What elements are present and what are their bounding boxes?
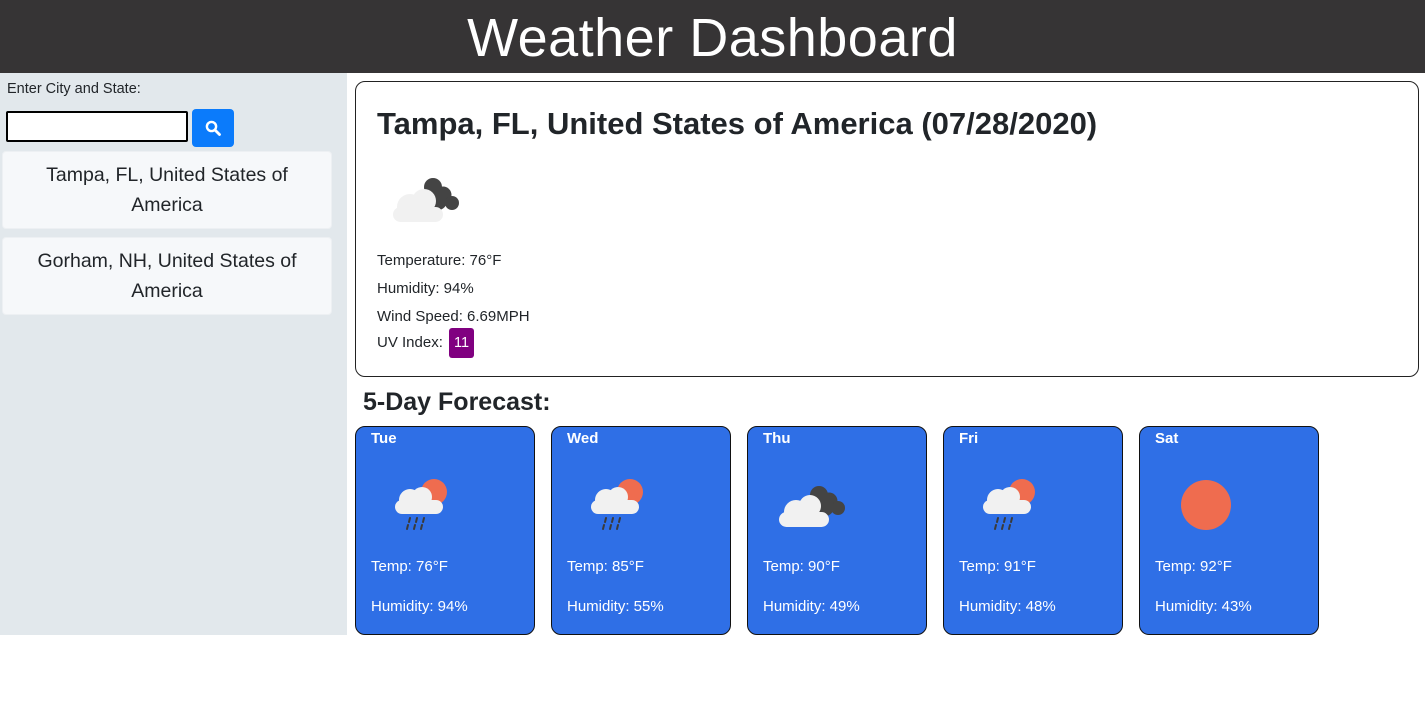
- cloudy-icon: [779, 486, 845, 527]
- sun-icon: [1181, 480, 1231, 530]
- forecast-temp: Temp: 91°F: [959, 558, 1036, 575]
- forecast-humidity: Humidity: 55%: [567, 598, 664, 615]
- search-icon: [205, 120, 221, 136]
- current-temperature: Temperature: 76°F: [377, 252, 502, 269]
- search-button[interactable]: [192, 109, 234, 147]
- forecast-day: Thu: [763, 430, 791, 447]
- forecast-card: Tue Temp: 76°F Humidity: 94%: [355, 426, 535, 635]
- current-weather-card: Tampa, FL, United States of America (07/…: [355, 81, 1419, 377]
- forecast-humidity: Humidity: 49%: [763, 598, 860, 615]
- history-city-button[interactable]: Gorham, NH, United States of America: [2, 237, 332, 315]
- forecast-day: Fri: [959, 430, 979, 447]
- forecast-day: Wed: [567, 430, 599, 447]
- uv-index-badge: 11: [449, 328, 475, 358]
- forecast-temp: Temp: 76°F: [371, 558, 448, 575]
- uv-label: UV Index:: [377, 333, 443, 351]
- forecast-temp: Temp: 90°F: [763, 558, 840, 575]
- forecast-humidity: Humidity: 43%: [1155, 598, 1252, 615]
- forecast-card: Thu Temp: 90°F Humidity: 49%: [747, 426, 927, 635]
- page-title: Weather Dashboard: [467, 7, 958, 68]
- current-wind-speed: Wind Speed: 6.69MPH: [377, 308, 530, 325]
- forecast-card: Sat Temp: 92°F Humidity: 43%: [1139, 426, 1319, 635]
- forecast-title: 5-Day Forecast:: [363, 388, 551, 416]
- history-city-label: Gorham, NH, United States of America: [37, 250, 297, 302]
- forecast-day: Tue: [371, 430, 397, 447]
- forecast-humidity: Humidity: 94%: [371, 598, 468, 615]
- cloudy-icon: [393, 178, 459, 222]
- rain-sun-icon: [591, 479, 643, 530]
- forecast-temp: Temp: 92°F: [1155, 558, 1232, 575]
- current-city-title: Tampa, FL, United States of America (07/…: [377, 106, 1098, 141]
- history-city-label: Tampa, FL, United States of America: [46, 164, 288, 216]
- forecast-day: Sat: [1155, 430, 1179, 447]
- sidebar: Enter City and State: Tampa, FL, United …: [0, 73, 347, 635]
- forecast-card: Wed Temp: 85°F Humidity: 55%: [551, 426, 731, 635]
- header-bar: Weather Dashboard: [0, 0, 1425, 73]
- history-city-button[interactable]: Tampa, FL, United States of America: [2, 151, 332, 229]
- current-uv-row: UV Index: 11: [377, 328, 475, 358]
- city-search-input[interactable]: [6, 111, 188, 142]
- current-humidity: Humidity: 94%: [377, 280, 474, 297]
- forecast-card: Fri Temp: 91°F Humidity: 48%: [943, 426, 1123, 635]
- forecast-temp: Temp: 85°F: [567, 558, 644, 575]
- search-label: Enter City and State:: [7, 81, 141, 97]
- rain-sun-icon: [983, 479, 1035, 530]
- rain-sun-icon: [395, 479, 447, 530]
- forecast-humidity: Humidity: 48%: [959, 598, 1056, 615]
